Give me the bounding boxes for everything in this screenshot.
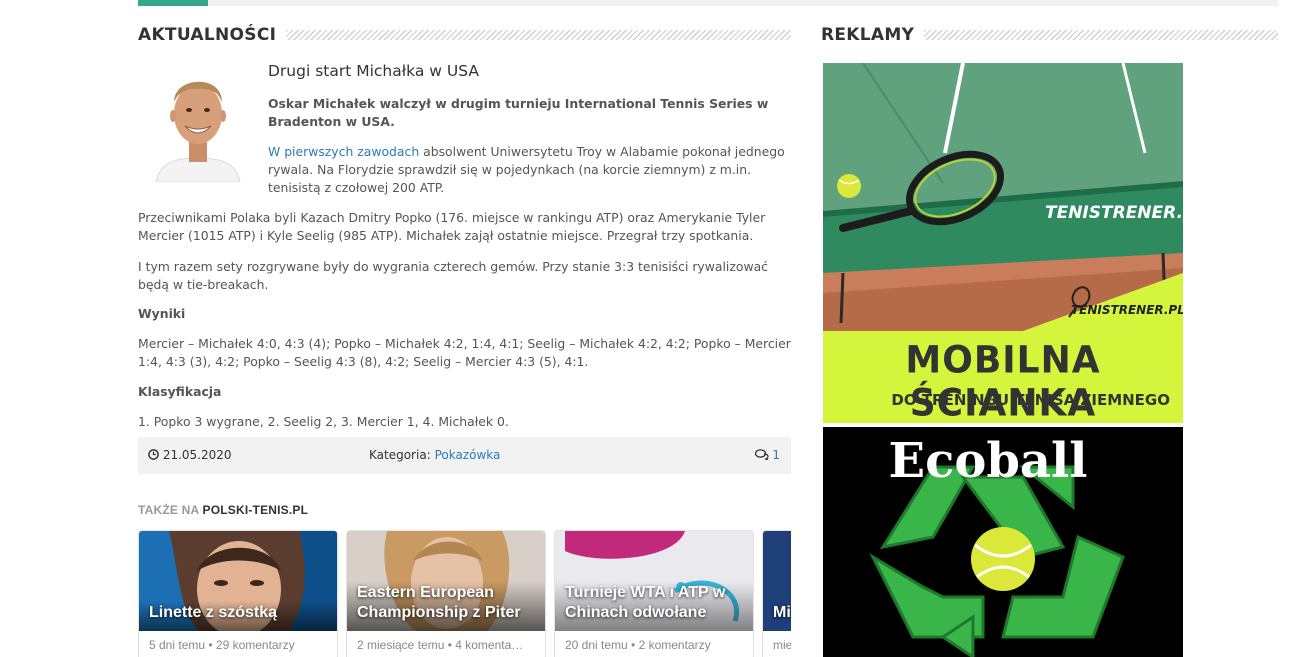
article-meta-bar: 21.05.2020 Kategoria: Pokazówka 1 xyxy=(138,437,791,474)
ad-brand-small: TENISTRENER.PL xyxy=(1071,303,1183,317)
comments-icon xyxy=(754,449,769,462)
classification-text: 1. Popko 3 wygrane, 2. Seelig 2, 3. Merc… xyxy=(138,414,509,429)
category-label: Kategoria: xyxy=(369,448,431,462)
related-cards: Linette z szóstką 5 dni temu • 29 koment… xyxy=(138,530,791,657)
card-title: Eastern European Championship z Piter xyxy=(357,584,521,621)
card-meta: mie… xyxy=(773,638,791,652)
results-text: Mercier – Michałek 4:0, 4:3 (4); Popko –… xyxy=(138,336,791,369)
ad-brand-ecoball: Ecoball xyxy=(888,433,1088,489)
card-meta: 2 miesiące temu • 4 komenta… xyxy=(357,638,524,652)
article-title[interactable]: Drugi start Michałka w USA xyxy=(268,62,479,80)
ads-heading-text: REKLAMY xyxy=(821,25,915,45)
tennis-ball-icon xyxy=(837,174,861,198)
ad-brand-top: TENISTRENER.PL xyxy=(1045,203,1183,223)
heading-stripes xyxy=(924,30,1278,40)
article-lead: Oskar Michałek walczył w drugim turnieju… xyxy=(268,96,769,129)
card-image: Mi… Ko… xyxy=(763,531,791,631)
card-image: Eastern European Championship z Piter xyxy=(347,531,545,631)
related-card[interactable]: Turnieje WTA i ATP w Chinach odwołane 20… xyxy=(554,530,754,657)
top-bar-accent xyxy=(138,0,208,6)
card-meta: 20 dni temu • 2 komentarzy xyxy=(565,638,711,652)
post-category: Kategoria: Pokazówka xyxy=(369,448,500,462)
ads-section-heading: REKLAMY xyxy=(821,24,1278,46)
card-image: Linette z szóstką xyxy=(139,531,337,631)
related-card[interactable]: Mi… Ko… mie… xyxy=(762,530,791,657)
news-heading-text: AKTUALNOŚCI xyxy=(138,25,277,45)
card-title: Mi… Ko… xyxy=(773,604,791,621)
category-link[interactable]: Pokazówka xyxy=(435,448,501,462)
top-bar xyxy=(138,0,1278,6)
clock-icon xyxy=(148,449,159,460)
heading-stripes xyxy=(286,30,791,40)
also-site[interactable]: POLSKI-TENIS.PL xyxy=(202,503,308,517)
article-paragraph-2: Przeciwnikami Polaka byli Kazach Dmitry … xyxy=(138,210,766,243)
classification-heading: Klasyfikacja xyxy=(138,384,222,399)
comments-count: 1 xyxy=(772,448,780,462)
results-heading: Wyniki xyxy=(138,306,186,321)
author-photo xyxy=(152,62,244,182)
article-paragraph-3: I tym razem sety rozgrywane były do wygr… xyxy=(138,259,768,292)
ad-banner-tenistrener[interactable]: TENISTRENER.PL TENISTRENER.PL DO TRENING… xyxy=(823,63,1183,423)
news-section-heading: AKTUALNOŚCI xyxy=(138,24,791,46)
card-image: Turnieje WTA i ATP w Chinach odwołane xyxy=(555,531,753,631)
card-title: Turnieje WTA i ATP w Chinach odwołane xyxy=(565,584,726,621)
ad-banner-ecoball[interactable]: Ecoball xyxy=(823,427,1183,657)
related-card[interactable]: Linette z szóstką 5 dni temu • 29 koment… xyxy=(138,530,338,657)
card-title: Linette z szóstką xyxy=(149,604,278,621)
card-meta: 5 dni temu • 29 komentarzy xyxy=(149,638,295,652)
article-inline-link[interactable]: W pierwszych zawodach xyxy=(268,144,419,159)
tennis-ball-icon xyxy=(971,527,1035,591)
post-date-text: 21.05.2020 xyxy=(162,448,232,462)
article-paragraph-1: W pierwszych zawodach absolwent Uniwersy… xyxy=(268,143,788,197)
ad-headline: MOBILNA ŚCIANKA xyxy=(905,338,1101,423)
post-date: 21.05.2020 xyxy=(148,448,232,462)
related-card[interactable]: Eastern European Championship z Piter 2 … xyxy=(346,530,546,657)
also-on-heading: TAKŻE NA POLSKI-TENIS.PL xyxy=(138,503,308,517)
comments-count-link[interactable]: 1 xyxy=(754,448,780,462)
also-prefix: TAKŻE NA xyxy=(138,503,199,517)
